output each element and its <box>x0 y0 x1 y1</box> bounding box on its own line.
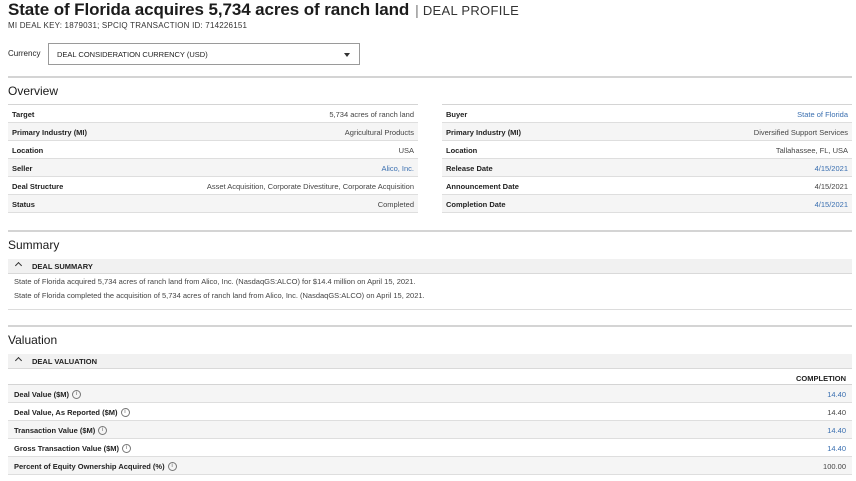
title-separator: | <box>415 2 419 18</box>
field-label: Release Date <box>446 164 493 173</box>
summary-line: State of Florida completed the acquisiti… <box>14 291 425 300</box>
currency-label: Currency <box>8 49 41 58</box>
table-row: Deal Value, As Reported ($M) i 14.40 <box>8 403 852 421</box>
page-header: State of Florida acquires 5,734 acres of… <box>8 0 519 20</box>
overview-row: Release Date 4/15/2021 <box>442 159 852 177</box>
field-label: Target <box>12 110 35 119</box>
row-label: Percent of Equity Ownership Acquired (%)… <box>14 462 177 471</box>
overview-row: Buyer State of Florida <box>442 105 852 123</box>
overview-row: Seller Alico, Inc. <box>8 159 418 177</box>
overview-row: Deal Structure Asset Acquisition, Corpor… <box>8 177 418 195</box>
field-label: Location <box>12 146 44 155</box>
row-value: 100.00 <box>823 462 846 471</box>
overview-row: Status Completed <box>8 195 418 213</box>
overview-row: Target 5,734 acres of ranch land <box>8 105 418 123</box>
info-icon[interactable]: i <box>72 390 82 399</box>
overview-right-table: Buyer State of Florida Primary Industry … <box>442 104 852 213</box>
deal-summary-toggle[interactable]: DEAL SUMMARY <box>8 259 852 274</box>
chevron-up-icon <box>14 356 23 365</box>
deal-valuation-label: DEAL VALUATION <box>32 357 97 366</box>
page-subtitle: DEAL PROFILE <box>422 3 520 18</box>
deal-profile-page: State of Florida acquires 5,734 acres of… <box>0 0 856 481</box>
info-icon[interactable]: i <box>122 444 132 453</box>
valuation-table: Deal Value ($M) i 14.40 Deal Value, As Re… <box>8 384 852 475</box>
deal-keys: MI DEAL KEY: 1879031; SPCIQ TRANSACTION … <box>8 21 248 30</box>
field-label: Buyer <box>446 110 468 119</box>
overview-row: Primary Industry (MI) Agricultural Produ… <box>8 123 418 141</box>
currency-dropdown[interactable]: DEAL CONSIDERATION CURRENCY (USD) <box>48 43 360 65</box>
gross-transaction-value-link[interactable]: 14.40 <box>827 444 846 453</box>
field-label: Primary Industry (MI) <box>12 128 88 137</box>
row-label: Deal Value, As Reported ($M) i <box>14 408 130 417</box>
completion-column-header: COMPLETION <box>796 374 846 383</box>
row-label: Gross Transaction Value ($M) i <box>14 444 132 453</box>
field-label: Primary Industry (MI) <box>446 128 522 137</box>
field-label: Completion Date <box>446 200 506 209</box>
field-value: Agricultural Products <box>344 128 414 137</box>
overview-row: Primary Industry (MI) Diversified Suppor… <box>442 123 852 141</box>
overview-left-table: Target 5,734 acres of ranch land Primary… <box>8 104 418 213</box>
field-value: Tallahassee, FL, USA <box>775 146 848 155</box>
section-divider <box>8 325 852 327</box>
field-value: Asset Acquisition, Corporate Divestiture… <box>206 182 414 191</box>
release-date-link[interactable]: 4/15/2021 <box>815 164 848 173</box>
overview-row: Location Tallahassee, FL, USA <box>442 141 852 159</box>
section-divider <box>8 230 852 232</box>
field-value: Completed <box>377 200 414 209</box>
transaction-value-link[interactable]: 14.40 <box>827 426 846 435</box>
field-value: 4/15/2021 <box>814 182 848 191</box>
table-row: Gross Transaction Value ($M) i 14.40 <box>8 439 852 457</box>
deal-valuation-toggle[interactable]: DEAL VALUATION <box>8 354 852 369</box>
summary-title: Summary <box>8 238 60 252</box>
table-row: Transaction Value ($M) i 14.40 <box>8 421 852 439</box>
row-label: Transaction Value ($M) i <box>14 426 108 435</box>
chevron-up-icon <box>14 261 23 270</box>
field-label: Deal Structure <box>12 182 64 191</box>
chevron-down-icon <box>344 53 350 57</box>
info-icon[interactable]: i <box>120 408 130 417</box>
deal-value-link[interactable]: 14.40 <box>827 390 846 399</box>
field-label: Announcement Date <box>446 182 519 191</box>
deal-summary-label: DEAL SUMMARY <box>32 262 93 271</box>
table-row: Deal Value ($M) i 14.40 <box>8 385 852 403</box>
table-row: Percent of Equity Ownership Acquired (%)… <box>8 457 852 475</box>
currency-selected-value: DEAL CONSIDERATION CURRENCY (USD) <box>57 50 208 59</box>
page-title: State of Florida acquires 5,734 acres of… <box>8 0 410 19</box>
info-icon[interactable]: i <box>167 462 177 471</box>
row-value: 14.40 <box>827 408 846 417</box>
field-value: Diversified Support Services <box>753 128 848 137</box>
seller-link[interactable]: Alico, Inc. <box>381 164 414 173</box>
field-label: Location <box>446 146 478 155</box>
overview-row: Location USA <box>8 141 418 159</box>
buyer-link[interactable]: State of Florida <box>797 110 848 119</box>
section-divider <box>8 76 852 78</box>
overview-row: Announcement Date 4/15/2021 <box>442 177 852 195</box>
info-icon[interactable]: i <box>98 426 108 435</box>
summary-line: State of Florida acquired 5,734 acres of… <box>14 277 416 286</box>
valuation-title: Valuation <box>8 333 58 347</box>
row-label: Deal Value ($M) i <box>14 390 82 399</box>
overview-title: Overview <box>8 84 59 98</box>
field-label: Status <box>12 200 35 209</box>
completion-date-link[interactable]: 4/15/2021 <box>815 200 848 209</box>
field-value: USA <box>398 146 414 155</box>
overview-row: Completion Date 4/15/2021 <box>442 195 852 213</box>
field-label: Seller <box>12 164 33 173</box>
field-value: 5,734 acres of ranch land <box>329 110 414 119</box>
